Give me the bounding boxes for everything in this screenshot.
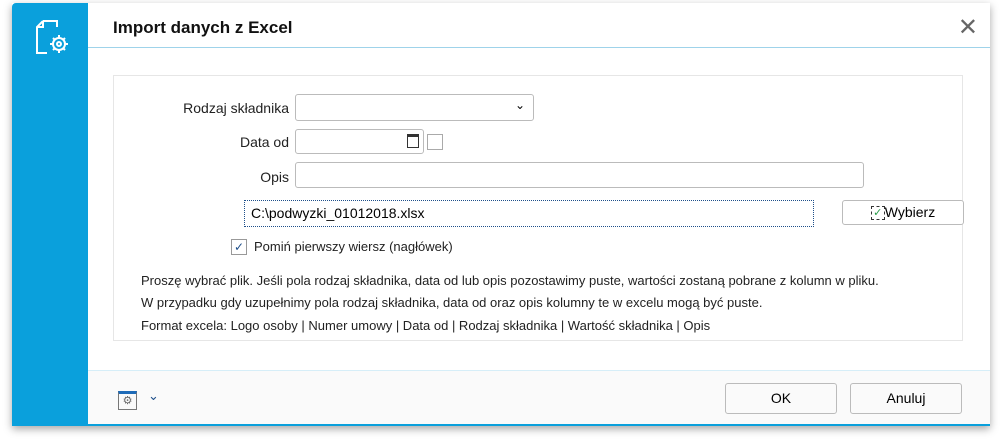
dialog-body: Rodzaj składnika ⌄ Data od Opis Plik C:\… [88,48,990,370]
date-enable-checkbox[interactable] [427,134,443,150]
chevron-down-icon: ⌄ [514,98,525,112]
opis-input[interactable] [295,162,864,188]
dialog-sidebar [12,3,88,423]
skip-header-checkbox[interactable]: ✓ [231,239,247,255]
note-line-2: W przypadku gdy uzupełnimy pola rodzaj s… [141,295,763,310]
cancel-button[interactable]: Anuluj [850,383,962,414]
date-input[interactable] [295,129,424,154]
form-panel: Rodzaj składnika ⌄ Data od Opis Plik C:\… [113,75,964,341]
dialog-footer: ⚙ ⌄ OK Anuluj [88,370,990,424]
rodzaj-label: Rodzaj składnika [183,100,289,116]
settings-dropdown-chevron-icon[interactable]: ⌄ [148,388,159,404]
wybierz-label: Wybierz [884,204,936,220]
wybierz-button[interactable]: ✓ Wybierz [842,200,964,225]
file-input[interactable]: C:\podwyzki_01012018.xlsx [244,200,814,227]
data-label: Data od [239,134,289,150]
rodzaj-select[interactable]: ⌄ [295,94,534,121]
calendar-icon[interactable] [407,134,419,148]
note-line-1: Proszę wybrać plik. Jeśli pola rodzaj sk… [141,273,879,288]
skip-header-label: Pomiń pierwszy wiersz (nagłówek) [254,239,453,254]
close-icon[interactable]: ✕ [958,13,978,42]
note-line-3: Format excela: Logo osoby | Numer umowy … [141,318,711,333]
select-file-icon: ✓ [870,206,885,221]
import-dialog: Import danych z Excel ✕ Rodzaj składnika… [12,3,990,426]
dialog-title: Import danych z Excel [113,18,293,37]
document-settings-icon [36,20,68,54]
dialog-header: Import danych z Excel ✕ [88,5,990,48]
ok-button[interactable]: OK [725,383,837,414]
window-settings-icon[interactable]: ⚙ [118,391,137,410]
opis-label: Opis [260,169,289,185]
